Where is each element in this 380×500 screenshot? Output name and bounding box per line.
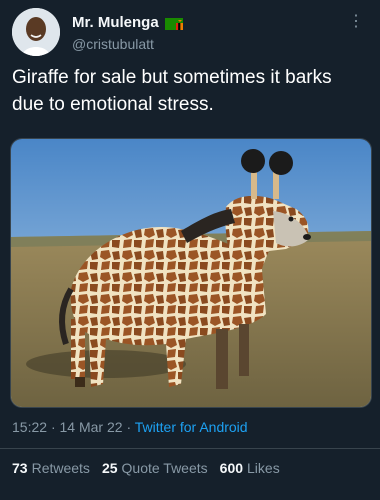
more-options-icon[interactable]: ⋮ — [348, 14, 364, 30]
retweets-label: Retweets — [31, 460, 90, 476]
meta-separator: · — [50, 419, 56, 435]
tweet-text: Giraffe for sale but sometimes it barks … — [12, 67, 332, 115]
likes-label: Likes — [247, 460, 280, 476]
author-name[interactable]: Mr. Mulenga — [72, 14, 159, 31]
retweets-stat[interactable]: 73 Retweets — [12, 460, 90, 476]
zambia-flag-icon — [164, 17, 183, 30]
tweet-date: 14 Mar 22 — [59, 419, 123, 435]
quotes-label: Quote Tweets — [121, 460, 208, 476]
giraffe-dog-photo — [11, 139, 371, 407]
quote-tweets-stat[interactable]: 25 Quote Tweets — [102, 460, 208, 476]
tweet-time: 15:22 — [12, 419, 48, 435]
tweet-stats: 73 Retweets 25 Quote Tweets 600 Likes — [12, 460, 280, 476]
retweets-count: 73 — [12, 460, 28, 476]
tweet-header: Mr. Mulenga @cristubulatt ⋮ — [12, 8, 368, 58]
avatar[interactable] — [12, 8, 60, 56]
likes-stat[interactable]: 600 Likes — [220, 460, 280, 476]
likes-count: 600 — [219, 460, 244, 476]
meta-separator: · — [126, 419, 132, 435]
tweet-photo[interactable] — [10, 138, 372, 408]
tweet-meta: 15:22 · 14 Mar 22 · Twitter for Android — [12, 419, 248, 435]
divider — [0, 448, 380, 449]
author-handle[interactable]: @cristubulatt — [72, 36, 154, 52]
quotes-count: 25 — [101, 460, 118, 476]
tweet-source-link[interactable]: Twitter for Android — [135, 419, 248, 435]
